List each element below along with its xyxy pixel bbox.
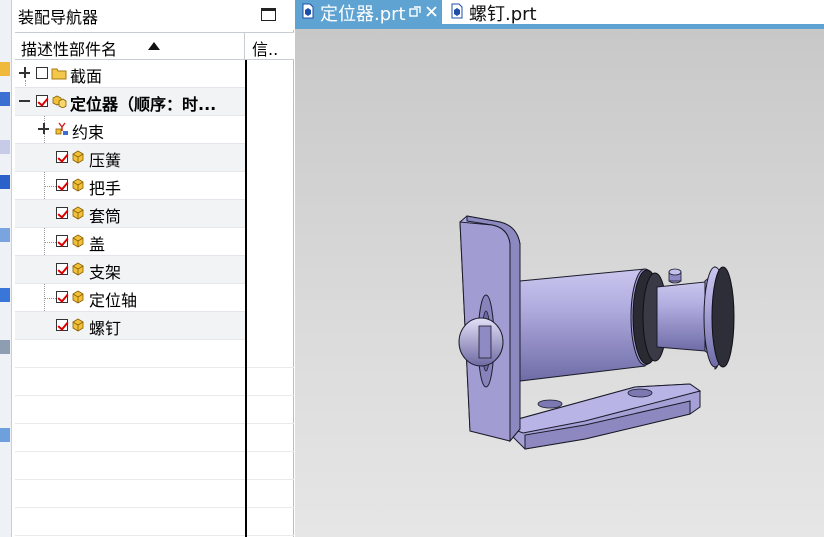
tree-item-component[interactable]: 支架 <box>15 256 245 284</box>
empty-row <box>15 424 294 452</box>
toolbar-icon[interactable] <box>0 140 10 154</box>
component-icon <box>72 206 84 220</box>
tree-item-label: 螺钉 <box>89 319 122 338</box>
tree-item-label: 套筒 <box>89 207 122 226</box>
tree-item-label: 支架 <box>89 263 122 282</box>
toolbar-icon[interactable] <box>0 428 10 442</box>
positioning-shaft[interactable] <box>656 268 706 352</box>
checkbox-checked[interactable] <box>56 235 68 247</box>
tree-item-component[interactable]: 套筒 <box>15 200 245 228</box>
tab-bar: 定位器.prt 螺钉.prt <box>295 0 824 25</box>
maximize-icon[interactable] <box>261 8 276 21</box>
tab-label: 螺钉.prt <box>469 4 537 25</box>
toolbar-icon[interactable] <box>0 175 10 189</box>
bracket-base[interactable] <box>498 383 702 450</box>
locating-pin-tip[interactable] <box>458 317 504 367</box>
tree-item-label: 定位器（顺序：时... <box>70 95 217 114</box>
close-icon[interactable] <box>426 6 437 17</box>
undock-icon[interactable] <box>409 6 421 18</box>
component-icon <box>72 150 84 164</box>
tree-item-component[interactable]: 把手 <box>15 172 245 200</box>
component-icon <box>72 290 84 304</box>
tab-screw-prt[interactable]: 螺钉.prt <box>444 0 544 25</box>
expand-icon[interactable] <box>38 123 49 134</box>
tree-item-component[interactable]: 盖 <box>15 228 245 256</box>
component-icon <box>72 178 84 192</box>
positioner-assembly-model[interactable] <box>295 29 824 537</box>
handle-knob[interactable] <box>703 266 735 370</box>
tree-item-label: 定位轴 <box>89 291 138 310</box>
tree-item-component[interactable]: 压簧 <box>15 144 245 172</box>
column-description-label: 描述性部件名 <box>21 40 118 59</box>
tab-positioner-prt[interactable]: 定位器.prt <box>295 0 442 25</box>
column-info-label: 信.. <box>252 40 279 59</box>
component-icon <box>72 318 84 332</box>
constraints-icon <box>55 122 68 135</box>
assembly-navigator-panel: 装配导航器 描述性部件名 信.. 截面 定位器（顺序：时... 约束 压簧 把手… <box>12 0 294 537</box>
tree-item-label: 压簧 <box>89 151 122 170</box>
tree-item-constraints[interactable]: 约束 <box>15 116 245 144</box>
checkbox[interactable] <box>36 67 48 79</box>
expand-icon[interactable] <box>19 67 30 78</box>
tree-item-component[interactable]: 定位轴 <box>15 284 245 312</box>
checkbox-checked[interactable] <box>56 319 68 331</box>
column-header: 描述性部件名 信.. <box>15 32 294 60</box>
component-icon <box>72 262 84 276</box>
checkbox-checked[interactable] <box>56 263 68 275</box>
toolbar-icon[interactable] <box>0 92 10 106</box>
checkbox-checked[interactable] <box>36 95 48 107</box>
component-icon <box>72 234 84 248</box>
tree-item-component[interactable]: 螺钉 <box>15 312 245 340</box>
toolbar-icon[interactable] <box>0 62 10 76</box>
tree-item-root-assembly[interactable]: 定位器（顺序：时... <box>15 88 245 116</box>
part-file-icon <box>302 3 314 19</box>
sort-ascending-icon <box>148 42 160 50</box>
tab-label: 定位器.prt <box>320 4 406 25</box>
column-divider[interactable] <box>245 60 247 537</box>
collapse-icon[interactable] <box>19 95 30 106</box>
tree-item-section[interactable]: 截面 <box>15 60 245 88</box>
toolbar-icon[interactable] <box>0 340 10 354</box>
navigator-title-bar: 装配导航器 <box>12 0 294 30</box>
toolbar-icon[interactable] <box>0 228 10 242</box>
left-toolbar-strip <box>0 0 12 537</box>
tree-item-label: 截面 <box>70 67 103 86</box>
empty-row <box>15 340 294 368</box>
tree-item-label: 把手 <box>89 179 122 198</box>
toolbar-icon[interactable] <box>0 288 10 302</box>
assembly-tree: 截面 定位器（顺序：时... 约束 压簧 把手 套筒 盖 支架 定位轴 螺钉 <box>15 60 294 537</box>
part-file-icon <box>451 3 463 19</box>
tree-item-label: 盖 <box>89 235 106 254</box>
graphics-viewport[interactable] <box>295 29 824 537</box>
checkbox-checked[interactable] <box>56 179 68 191</box>
checkbox-checked[interactable] <box>56 207 68 219</box>
empty-row <box>15 452 294 480</box>
checkbox-checked[interactable] <box>56 151 68 163</box>
empty-row <box>15 396 294 424</box>
tree-item-label: 约束 <box>72 123 105 142</box>
navigator-title: 装配导航器 <box>18 8 99 27</box>
empty-row <box>15 508 294 536</box>
empty-row <box>15 368 294 396</box>
column-info[interactable]: 信.. <box>246 33 291 59</box>
checkbox-checked[interactable] <box>56 291 68 303</box>
assembly-icon <box>52 95 67 108</box>
column-description[interactable]: 描述性部件名 <box>15 33 245 59</box>
folder-icon <box>51 68 67 80</box>
empty-row <box>15 480 294 508</box>
